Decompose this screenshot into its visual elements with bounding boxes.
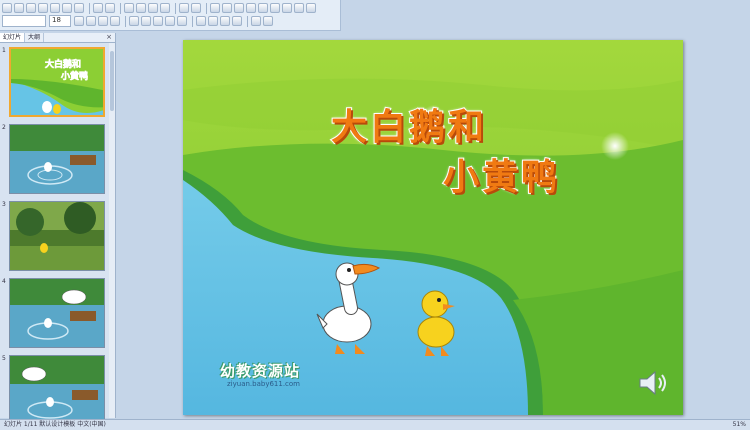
bold-icon[interactable] [74,16,84,26]
slide-canvas[interactable]: 大白鹅和 小黄鸭 幼教资源站 ziyuan.baby611.com [183,40,683,415]
slide-thumbnail-row[interactable]: 1 大白鹅和 小黄鸭 [0,47,108,117]
goose-illustration[interactable] [315,258,395,358]
pane-close-icon[interactable]: × [103,33,115,42]
spelling-icon[interactable] [93,3,103,13]
slide-number: 2 [2,124,6,131]
italic-icon[interactable] [86,16,96,26]
shadow-icon[interactable] [110,16,120,26]
speaker-icon[interactable] [638,370,668,396]
slide-number: 4 [2,278,6,285]
slide-thumbnail-row[interactable]: 4 [0,278,108,348]
toolbar-separator [89,2,90,14]
pane-scrollbar[interactable] [109,43,115,418]
thumbnail-pond-speech-scene-2 [10,356,104,424]
toolbar-separator [192,15,193,27]
open-icon[interactable] [14,3,24,13]
slides-pane: 幻灯片 大纲 × 1 大白鹅和 小黄鸭 2 3 4 5 [0,33,116,425]
toolbar-separator [125,15,126,27]
slide-number: 1 [2,47,6,54]
font-name-field[interactable] [2,15,46,27]
redo-icon[interactable] [191,3,201,13]
email-icon[interactable] [50,3,60,13]
font-color-icon[interactable] [232,16,242,26]
scrollbar-thumb[interactable] [110,51,114,111]
slide-thumbnail-row[interactable]: 3 [0,201,108,271]
paste-icon[interactable] [148,3,158,13]
help-icon[interactable] [306,3,316,13]
permission-icon[interactable] [38,3,48,13]
slide-thumbnail[interactable] [9,124,105,194]
print-preview-icon[interactable] [74,3,84,13]
design-icon[interactable] [251,16,261,26]
toolbar-separator [175,2,176,14]
cut-icon[interactable] [124,3,134,13]
slide-thumbnail-row[interactable]: 5 [0,355,108,425]
toolbar-separator [120,2,121,14]
thumbnail-title-slide: 大白鹅和 小黄鸭 [11,49,103,115]
new-icon[interactable] [2,3,12,13]
slide-thumbnail-row[interactable]: 2 [0,124,108,194]
slide-thumbnail[interactable] [9,201,105,271]
new-slide2-icon[interactable] [263,16,273,26]
print-icon[interactable] [62,3,72,13]
svg-text:小黄鸭: 小黄鸭 [60,70,88,82]
indent-icon[interactable] [220,16,230,26]
toolbar-row-formatting: 18 [2,15,275,27]
thumbnail-forest-scene [10,202,104,270]
chart-icon[interactable] [234,3,244,13]
new-slide-icon[interactable] [246,3,256,13]
thumbnail-pond-speech-scene [10,279,104,347]
format-painter-icon[interactable] [160,3,170,13]
slide-title-line1[interactable]: 大白鹅和 [330,98,487,150]
svg-text:大白鹅和: 大白鹅和 [45,58,81,70]
toolbar-separator [247,15,248,27]
pane-tabs: 幻灯片 大纲 × [0,33,115,43]
thumbnail-pond-scene [10,125,104,193]
slide-number: 3 [2,201,6,208]
tab-slides[interactable]: 幻灯片 [0,33,26,42]
align-left-icon[interactable] [129,16,139,26]
save-icon[interactable] [26,3,36,13]
increase-font-icon[interactable] [196,16,206,26]
toolbar-separator [206,2,207,14]
site-logo-url: ziyuan.baby611.com [227,380,301,388]
color-icon[interactable] [282,3,292,13]
slide-thumbnail[interactable] [9,278,105,348]
research-icon[interactable] [105,3,115,13]
slide-number: 5 [2,355,6,362]
numbering-icon[interactable] [165,16,175,26]
font-size-field[interactable]: 18 [49,15,71,27]
expand-icon[interactable] [258,3,268,13]
slide-title-line2[interactable]: 小黄鸭 [442,148,560,200]
decrease-font-icon[interactable] [208,16,218,26]
tab-outline[interactable]: 大纲 [25,33,45,42]
status-bar: 幻灯片 1/11 默认设计模板 中文(中国) 51% [0,419,750,430]
grid-icon[interactable] [270,3,280,13]
site-logo-text: 幼教资源站 [220,362,301,380]
zoom-icon[interactable] [294,3,304,13]
slide-thumbnail[interactable] [9,355,105,425]
hyperlink-icon[interactable] [210,3,220,13]
slide-thumbnail[interactable]: 大白鹅和 小黄鸭 [9,47,105,117]
center-icon[interactable] [141,16,151,26]
underline-icon[interactable] [98,16,108,26]
toolbar: 18 [0,0,341,31]
bullets-icon[interactable] [177,16,187,26]
toolbar-row-standard [2,2,318,14]
duckling-illustration[interactable] [411,280,461,360]
align-right-icon[interactable] [153,16,163,26]
table-icon[interactable] [222,3,232,13]
undo-icon[interactable] [179,3,189,13]
copy-icon[interactable] [136,3,146,13]
